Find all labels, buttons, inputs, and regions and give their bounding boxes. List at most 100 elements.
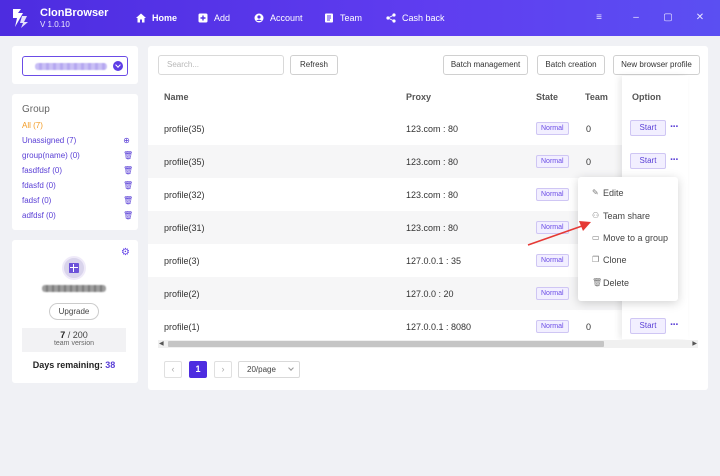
horizontal-scrollbar[interactable]: ◀ ▶ — [158, 340, 698, 348]
chevron-down-icon — [113, 61, 123, 71]
table-row[interactable]: profile(35) 123.com : 80 Normal 0 — [148, 112, 622, 145]
trash-icon[interactable]: 🗑 — [123, 167, 133, 175]
profile-name: profile(35) — [164, 157, 205, 167]
menu-item-team-share[interactable]: ⚇ Team share — [592, 211, 650, 221]
start-button[interactable]: Start — [630, 153, 666, 169]
nav-cash-back[interactable]: Cash back — [386, 0, 445, 36]
menu-item-label: Edite — [603, 188, 624, 198]
clonbrowser-logo — [13, 9, 28, 28]
start-button[interactable]: Start — [630, 120, 666, 136]
group-item[interactable]: fasdfdsf (0) — [22, 166, 62, 175]
trash-icon[interactable]: 🗑 — [123, 152, 133, 160]
app-version: V 1.0.10 — [40, 20, 70, 29]
profile-team: 0 — [586, 322, 592, 332]
table-row[interactable]: profile(31) 123.com : 80 Normal — [148, 211, 622, 244]
nav-home[interactable]: Home — [136, 0, 177, 36]
prev-page-button[interactable]: ‹ — [164, 361, 182, 378]
account-select[interactable] — [22, 56, 128, 76]
team-limit: / 200 — [65, 330, 88, 340]
profile-name: profile(2) — [164, 289, 200, 299]
status-badge: Normal — [536, 155, 569, 168]
group-item-all[interactable]: All (7) — [22, 121, 43, 130]
app-header: ClonBrowser V 1.0.10 Home Add Account Te… — [0, 0, 720, 36]
profile-name: profile(35) — [164, 124, 205, 134]
search-input[interactable]: Search... — [158, 55, 284, 75]
status-badge: Normal — [536, 221, 569, 234]
profile-proxy: 123.com : 80 — [406, 223, 459, 233]
trash-icon[interactable]: 🗑 — [123, 197, 133, 205]
close-icon[interactable]: ✕ — [694, 12, 706, 24]
column-header-team: Team — [585, 92, 608, 102]
days-value: 38 — [105, 360, 116, 370]
batch-management-button[interactable]: Batch management — [443, 55, 528, 75]
more-options-icon[interactable]: ··· — [670, 121, 679, 133]
group-item[interactable]: fadsf (0) — [22, 196, 51, 205]
maximize-icon[interactable]: ▢ — [662, 12, 674, 24]
table-row[interactable]: profile(35) 123.com : 80 Normal 0 — [148, 145, 622, 178]
table-row[interactable]: profile(2) 127.0.0 : 20 Normal — [148, 277, 622, 310]
status-badge: Normal — [536, 320, 569, 333]
status-badge: Normal — [536, 122, 569, 135]
nav-account[interactable]: Account — [254, 0, 303, 36]
scroll-left-icon[interactable]: ◀ — [159, 340, 164, 348]
nav-team[interactable]: Team — [324, 0, 362, 36]
table-row[interactable]: profile(1) 127.0.0.1 : 8080 Normal 0 — [148, 310, 622, 343]
menu-icon[interactable]: ≡ — [593, 12, 605, 24]
user-icon: ⚇ — [592, 211, 600, 220]
group-item[interactable]: adfdsf (0) — [22, 211, 56, 220]
account-selector-panel — [12, 46, 138, 84]
page-1-button[interactable]: 1 — [189, 361, 207, 378]
menu-item-move-to-group[interactable]: ▭ Move to a group — [592, 233, 668, 243]
more-options-icon[interactable]: ··· — [670, 319, 679, 331]
chevron-down-icon — [288, 365, 294, 371]
share-icon — [386, 13, 396, 23]
more-options-icon[interactable]: ··· — [670, 154, 679, 166]
nav-team-label: Team — [340, 13, 363, 23]
trash-icon[interactable]: 🗑 — [123, 212, 133, 220]
profile-name: profile(31) — [164, 223, 205, 233]
add-circle-icon[interactable]: ⊕ — [123, 137, 130, 145]
menu-item-label: Move to a group — [603, 233, 669, 243]
team-usage-box: 7 / 200 team version — [22, 328, 126, 352]
start-button[interactable]: Start — [630, 318, 666, 334]
gear-icon[interactable]: ⚙ — [121, 248, 130, 258]
page-size-select[interactable]: 20/page — [238, 361, 300, 378]
table-row[interactable]: profile(3) 127.0.0.1 : 35 Normal — [148, 244, 622, 277]
user-panel: ⚙ Upgrade 7 / 200 team version Days rema… — [12, 240, 138, 383]
profile-team: 0 — [586, 157, 592, 167]
column-header-name: Name — [164, 92, 189, 102]
menu-item-clone[interactable]: ❐ Clone — [592, 255, 627, 265]
table-row[interactable]: profile(32) 123.com : 80 Normal — [148, 178, 622, 211]
blurred-account-name — [35, 63, 107, 70]
profile-name: profile(32) — [164, 190, 205, 200]
profile-name: profile(1) — [164, 322, 200, 332]
batch-creation-button[interactable]: Batch creation — [537, 55, 605, 75]
team-version-label: team version — [53, 340, 95, 347]
group-item[interactable]: fdasfd (0) — [22, 181, 56, 190]
menu-item-delete[interactable]: 🗑 Delete — [592, 278, 629, 288]
menu-item-label: Delete — [603, 278, 630, 288]
next-page-button[interactable]: › — [214, 361, 232, 378]
scrollbar-thumb[interactable] — [168, 341, 604, 347]
status-badge: Normal — [536, 254, 569, 267]
refresh-button[interactable]: Refresh — [290, 55, 338, 75]
trash-icon: 🗑 — [592, 278, 603, 287]
column-header-proxy: Proxy — [406, 92, 432, 102]
blurred-username — [42, 285, 106, 292]
group-title: Group — [22, 104, 50, 115]
folder-icon: ▭ — [592, 233, 600, 242]
menu-item-edit[interactable]: ✎ Edite — [592, 188, 624, 198]
scroll-right-icon[interactable]: ▶ — [692, 340, 697, 348]
group-item-unassigned[interactable]: Unassigned (7) — [22, 136, 76, 145]
avatar — [62, 256, 86, 280]
profile-context-menu: ✎ Edite ⚇ Team share ▭ Move to a group ❐ Clo… — [578, 177, 678, 301]
upgrade-button[interactable]: Upgrade — [49, 303, 99, 320]
nav-home-label: Home — [152, 13, 178, 23]
profile-proxy: 127.0.0.1 : 8080 — [406, 322, 472, 332]
new-browser-profile-button[interactable]: New browser profile — [613, 55, 700, 75]
app-name: ClonBrowser — [40, 7, 109, 19]
minimize-icon[interactable]: – — [630, 12, 642, 24]
nav-add[interactable]: Add — [198, 0, 230, 36]
group-item[interactable]: group(name) (0) — [22, 151, 80, 160]
trash-icon[interactable]: 🗑 — [123, 182, 133, 190]
